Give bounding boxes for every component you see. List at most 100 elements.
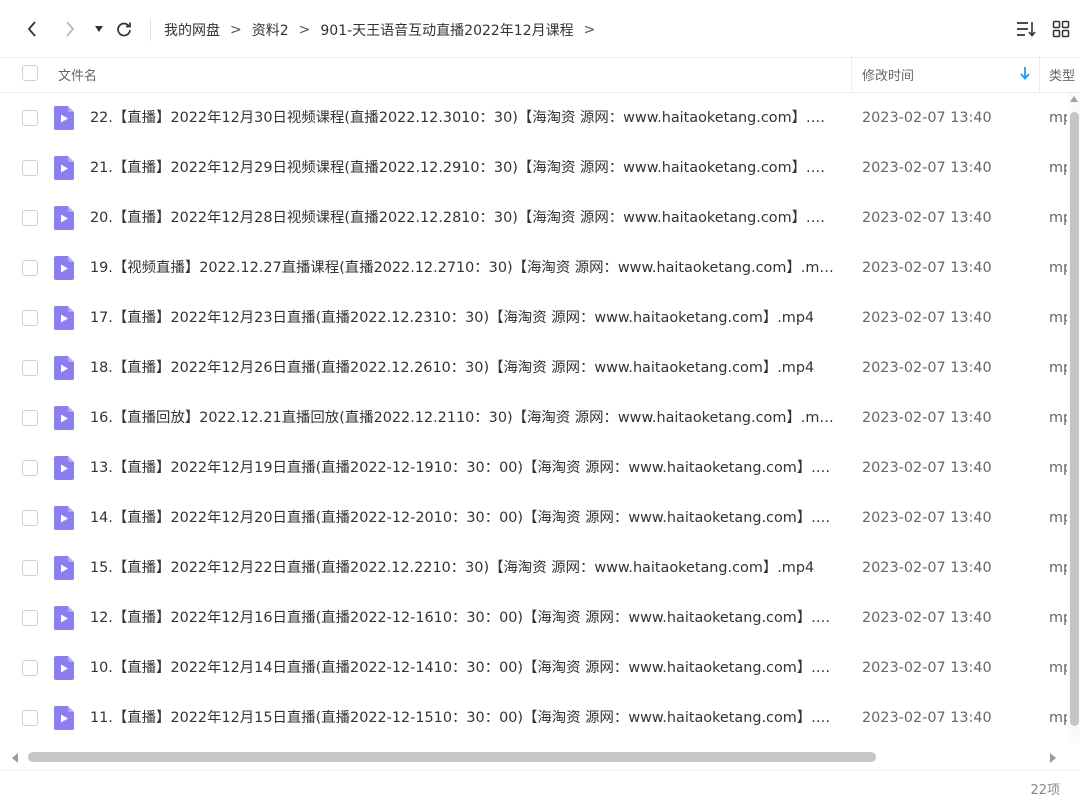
file-modified-time: 2023-02-07 13:40 — [862, 260, 992, 276]
column-header-time[interactable]: 修改时间 — [862, 65, 914, 84]
item-count: 22项 — [1030, 783, 1060, 796]
file-type: mp4 — [1049, 610, 1067, 626]
row-checkbox[interactable] — [22, 460, 38, 476]
file-name[interactable]: 14.【直播】2022年12月20日直播(直播2022-12-2010：30：0… — [90, 508, 836, 528]
row-checkbox[interactable] — [22, 610, 38, 626]
file-name[interactable]: 21.【直播】2022年12月29日视频课程(直播2022.12.2910：30… — [90, 158, 836, 178]
row-checkbox[interactable] — [22, 160, 38, 176]
scroll-right-icon[interactable] — [1050, 753, 1056, 763]
file-type: mp4 — [1049, 360, 1067, 376]
file-modified-time: 2023-02-07 13:40 — [862, 160, 992, 176]
file-type: mp4 — [1049, 710, 1067, 726]
row-checkbox[interactable] — [22, 210, 38, 226]
sort-descending-icon[interactable] — [1018, 65, 1032, 81]
chevron-left-icon — [27, 21, 36, 37]
file-row[interactable]: 18.【直播】2022年12月26日直播(直播2022.12.2610：30)【… — [0, 343, 1070, 393]
history-dropdown-button[interactable] — [86, 15, 112, 43]
file-row[interactable]: 16.【直播回放】2022.12.21直播回放(直播2022.12.2110：3… — [0, 393, 1070, 443]
file-row[interactable]: 20.【直播】2022年12月28日视频课程(直播2022.12.2810：30… — [0, 193, 1070, 243]
row-checkbox[interactable] — [22, 110, 38, 126]
file-name[interactable]: 22.【直播】2022年12月30日视频课程(直播2022.12.3010：30… — [90, 108, 836, 128]
row-checkbox[interactable] — [22, 710, 38, 726]
video-file-icon — [54, 206, 74, 230]
file-row[interactable]: 11.【直播】2022年12月15日直播(直播2022-12-1510：30：0… — [0, 693, 1070, 743]
file-modified-time: 2023-02-07 13:40 — [862, 110, 992, 126]
row-checkbox[interactable] — [22, 260, 38, 276]
row-checkbox[interactable] — [22, 510, 38, 526]
file-name[interactable]: 10.【直播】2022年12月14日直播(直播2022-12-1410：30：0… — [90, 658, 836, 678]
back-button[interactable] — [18, 15, 46, 43]
column-header-name[interactable]: 文件名 — [58, 65, 97, 84]
file-modified-time: 2023-02-07 13:40 — [862, 660, 992, 676]
video-file-icon — [54, 306, 74, 330]
file-row[interactable]: 13.【直播】2022年12月19日直播(直播2022-12-1910：30：0… — [0, 443, 1070, 493]
file-row[interactable]: 10.【直播】2022年12月14日直播(直播2022-12-1410：30：0… — [0, 643, 1070, 693]
file-modified-time: 2023-02-07 13:40 — [862, 460, 992, 476]
row-checkbox[interactable] — [22, 360, 38, 376]
sort-list-icon — [1017, 22, 1036, 37]
row-checkbox[interactable] — [22, 410, 38, 426]
file-modified-time: 2023-02-07 13:40 — [862, 310, 992, 326]
file-name[interactable]: 19.【视频直播】2022.12.27直播课程(直播2022.12.2710：3… — [90, 258, 836, 278]
vertical-scrollbar-thumb[interactable] — [1070, 112, 1079, 726]
file-row[interactable]: 15.【直播】2022年12月22日直播(直播2022.12.2210：30)【… — [0, 543, 1070, 593]
video-file-icon — [54, 606, 74, 630]
file-row[interactable]: 22.【直播】2022年12月30日视频课程(直播2022.12.3010：30… — [0, 93, 1070, 143]
file-name[interactable]: 15.【直播】2022年12月22日直播(直播2022.12.2210：30)【… — [90, 558, 836, 578]
file-name[interactable]: 11.【直播】2022年12月15日直播(直播2022-12-1510：30：0… — [90, 708, 836, 728]
file-type: mp4 — [1049, 560, 1067, 576]
view-toggle-button[interactable] — [1048, 16, 1074, 42]
breadcrumb-separator: > — [298, 22, 311, 38]
breadcrumb-item-root[interactable]: 我的网盘 — [164, 20, 220, 40]
horizontal-scrollbar-thumb[interactable] — [28, 752, 876, 762]
grid-view-icon — [1052, 20, 1070, 38]
select-all-checkbox[interactable] — [22, 65, 38, 81]
file-list-header: 文件名 修改时间 类型 — [0, 56, 1080, 93]
file-type: mp4 — [1049, 160, 1067, 176]
video-file-icon — [54, 556, 74, 580]
column-header-type[interactable]: 类型 — [1049, 65, 1075, 84]
file-name[interactable]: 17.【直播】2022年12月23日直播(直播2022.12.2310：30)【… — [90, 308, 836, 328]
file-row[interactable]: 12.【直播】2022年12月16日直播(直播2022-12-1610：30：0… — [0, 593, 1070, 643]
chevron-right-icon — [66, 21, 75, 37]
file-name[interactable]: 13.【直播】2022年12月19日直播(直播2022-12-1910：30：0… — [90, 458, 836, 478]
file-list: 22.【直播】2022年12月30日视频课程(直播2022.12.3010：30… — [0, 93, 1080, 743]
file-name[interactable]: 16.【直播回放】2022.12.21直播回放(直播2022.12.2110：3… — [90, 408, 836, 428]
file-row[interactable]: 17.【直播】2022年12月23日直播(直播2022.12.2310：30)【… — [0, 293, 1070, 343]
row-checkbox[interactable] — [22, 660, 38, 676]
file-row[interactable]: 19.【视频直播】2022.12.27直播课程(直播2022.12.2710：3… — [0, 243, 1070, 293]
breadcrumb-item-folder[interactable]: 资料2 — [252, 20, 289, 40]
file-name[interactable]: 20.【直播】2022年12月28日视频课程(直播2022.12.2810：30… — [90, 208, 836, 228]
refresh-button[interactable] — [110, 15, 138, 43]
video-file-icon — [54, 406, 74, 430]
toolbar: 我的网盘 > 资料2 > 901-天王语音互动直播2022年12月课程 > — [0, 0, 1080, 58]
file-row[interactable]: 14.【直播】2022年12月20日直播(直播2022-12-2010：30：0… — [0, 493, 1070, 543]
forward-button[interactable] — [56, 15, 84, 43]
video-file-icon — [54, 106, 74, 130]
row-checkbox[interactable] — [22, 560, 38, 576]
file-name[interactable]: 18.【直播】2022年12月26日直播(直播2022.12.2610：30)【… — [90, 358, 836, 378]
row-checkbox[interactable] — [22, 310, 38, 326]
column-divider[interactable] — [851, 56, 852, 93]
file-name[interactable]: 12.【直播】2022年12月16日直播(直播2022-12-1610：30：0… — [90, 608, 836, 628]
scroll-up-icon[interactable] — [1070, 96, 1078, 102]
column-divider[interactable] — [1039, 56, 1040, 93]
file-type: mp4 — [1049, 660, 1067, 676]
file-modified-time: 2023-02-07 13:40 — [862, 210, 992, 226]
file-modified-time: 2023-02-07 13:40 — [862, 510, 992, 526]
breadcrumb-separator: > — [230, 22, 242, 38]
file-modified-time: 2023-02-07 13:40 — [862, 710, 992, 726]
video-file-icon — [54, 506, 74, 530]
file-modified-time: 2023-02-07 13:40 — [862, 410, 992, 426]
video-file-icon — [54, 156, 74, 180]
caret-down-icon — [95, 26, 103, 32]
video-file-icon — [54, 256, 74, 280]
refresh-icon — [117, 22, 131, 37]
scroll-left-icon[interactable] — [12, 753, 18, 763]
breadcrumb-item-current[interactable]: 901-天王语音互动直播2022年12月课程 — [320, 20, 573, 40]
toolbar-divider — [150, 19, 151, 41]
file-modified-time: 2023-02-07 13:40 — [862, 560, 992, 576]
file-row[interactable]: 21.【直播】2022年12月29日视频课程(直播2022.12.2910：30… — [0, 143, 1070, 193]
sort-button[interactable] — [1013, 16, 1039, 42]
file-type: mp4 — [1049, 510, 1067, 526]
